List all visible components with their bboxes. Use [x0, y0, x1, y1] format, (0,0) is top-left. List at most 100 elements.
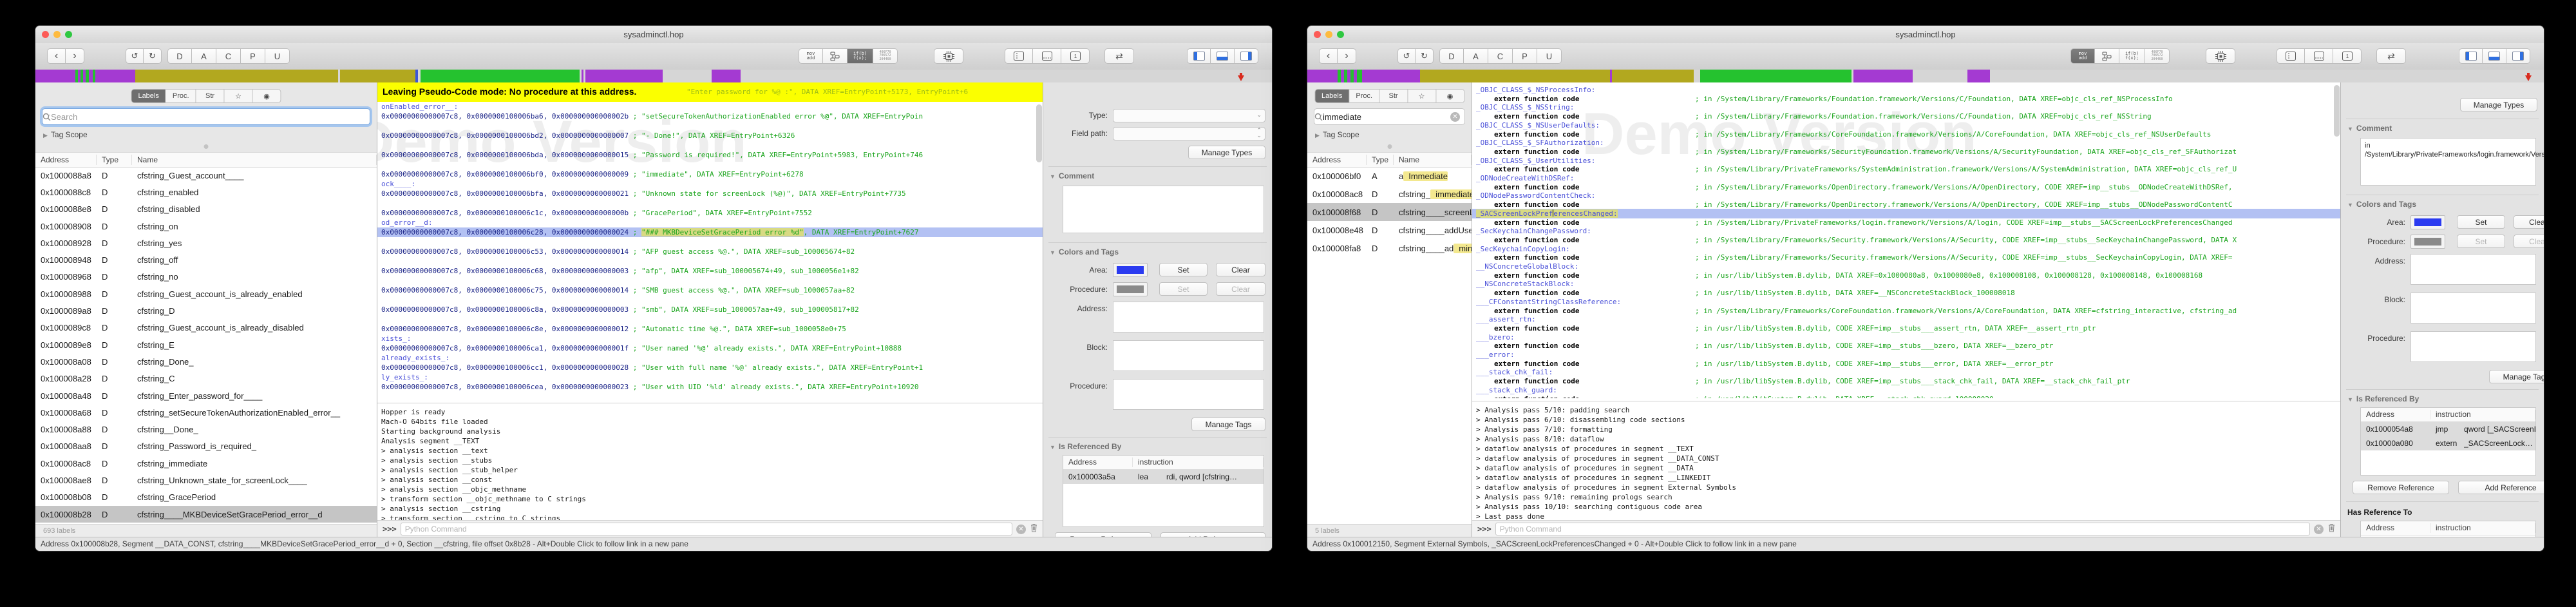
labels-table-header[interactable]: AddressTypeName: [35, 152, 377, 168]
code-line[interactable]: 0x00000000000007c8, 0x0000000100006bfa, …: [377, 189, 1043, 198]
pseudocode-view-segment[interactable]: if(b)f(x);: [848, 48, 873, 64]
transform-button-a[interactable]: A: [1464, 48, 1488, 64]
clear-console-icon[interactable]: ✕: [1016, 525, 1026, 534]
sidebar-splitter-handle[interactable]: [204, 144, 209, 149]
column-header-name[interactable]: Name: [132, 155, 377, 165]
code-line[interactable]: 0x00000000000007c8, 0x0000000100006c75, …: [377, 285, 1043, 295]
tab-labels[interactable]: Labels: [131, 89, 166, 103]
clear-search-icon[interactable]: ✕: [1450, 112, 1460, 122]
redo-icon[interactable]: ↻: [144, 48, 162, 64]
extern-code-line[interactable]: extern function code; in /usr/lib/libSys…: [1472, 394, 2341, 399]
area-set-button[interactable]: Set: [1159, 263, 1208, 276]
label-row[interactable]: 0x100008948Dcfstring_off: [35, 252, 377, 269]
toggle-bottom-panel[interactable]: [1211, 48, 1235, 64]
procedure-color-well[interactable]: [1113, 282, 1148, 296]
block-tags-field[interactable]: [1113, 340, 1264, 371]
cpu-icon[interactable]: [2206, 48, 2235, 64]
area-color-well[interactable]: [2410, 215, 2445, 229]
trash-icon[interactable]: [2327, 523, 2336, 535]
label-row[interactable]: 0x100008968Dcfstring_no: [35, 269, 377, 285]
label-row[interactable]: 0x100008ac8Dcfstring_immediate: [1307, 185, 1472, 203]
transform-button-p[interactable]: P: [1513, 48, 1537, 64]
titlebar[interactable]: sysadminctl.hop: [1307, 26, 2544, 44]
column-header-name[interactable]: Name: [1394, 155, 1472, 165]
code-line[interactable]: 0x00000000000007c8, 0x0000000100006ba6, …: [377, 111, 1043, 121]
column-header-type[interactable]: Type: [97, 155, 132, 165]
toggle-right-panel[interactable]: [2506, 48, 2530, 64]
sidebar-search-input[interactable]: Search: [42, 108, 370, 125]
code-line[interactable]: [377, 276, 1043, 285]
tag-scope-disclosure[interactable]: ▶Tag Scope: [1315, 130, 1359, 139]
manage-tags-button[interactable]: Manage Tags: [1191, 418, 1265, 431]
log-console[interactable]: > Analysis pass 5/10: padding search> An…: [1472, 401, 2341, 521]
reference-row[interactable]: 0x10000a080extern_SACScreenLock…: [2361, 436, 2535, 450]
label-row[interactable]: 0x100008fa8Dcfstring____adminPa: [1307, 239, 1472, 257]
tab-labels[interactable]: Labels: [1314, 89, 1349, 103]
code-line[interactable]: [377, 198, 1043, 208]
label-row[interactable]: 0x100006bf0AaImmediate: [1307, 167, 1472, 185]
procedure-tags-field[interactable]: [1113, 379, 1264, 410]
colors-tags-section-header[interactable]: ▼Colors and Tags: [1050, 247, 1119, 256]
python-command-input[interactable]: Python Command: [401, 523, 1012, 535]
single-pane-icon[interactable]: 1: [1061, 48, 1090, 64]
toggle-bottom-panel[interactable]: [2483, 48, 2506, 64]
code-line[interactable]: 0x00000000000007c8, 0x0000000100006c8e, …: [377, 324, 1043, 334]
code-line[interactable]: [377, 314, 1043, 324]
comment-section-header[interactable]: ▼Comment: [1050, 171, 1094, 180]
comment-section-header[interactable]: ▼Comment: [2347, 124, 2392, 133]
label-row[interactable]: 0x100008ae8Dcfstring_Unknown_state_for_s…: [35, 472, 377, 488]
transform-button-u[interactable]: U: [1537, 48, 1562, 64]
single-pane-icon[interactable]: 1: [2333, 48, 2362, 64]
label-row[interactable]: 0x100008b08Dcfstring_GracePeriod: [35, 489, 377, 506]
split-bottom-icon[interactable]: [1033, 48, 1061, 64]
code-label-line[interactable]: already_exists_:: [377, 353, 1043, 363]
tagged-icon[interactable]: ◉: [1436, 89, 1464, 103]
cfg-view-segment[interactable]: [2095, 48, 2119, 64]
type-dropdown[interactable]: ⌄: [1113, 109, 1265, 122]
procedure-clear-button[interactable]: Clear: [2514, 235, 2544, 248]
cfg-view-segment[interactable]: [823, 48, 848, 64]
area-color-well[interactable]: [1113, 263, 1148, 277]
code-line[interactable]: [377, 160, 1043, 169]
manage-types-button[interactable]: Manage Types: [2460, 98, 2537, 111]
label-row[interactable]: 0x100008a48Dcfstring_Enter_password_for_…: [35, 387, 377, 404]
label-row[interactable]: 0x100008ac8Dcfstring_immediate: [35, 455, 377, 472]
label-row[interactable]: 0x100008e48Dcfstring____addUser: [1307, 221, 1472, 239]
code-line[interactable]: 0x00000000000007c8, 0x0000000100006ca1, …: [377, 343, 1043, 353]
forward-button[interactable]: ›: [1338, 48, 1356, 64]
label-row[interactable]: 0x100008988Dcfstring_Guest_account_is_al…: [35, 285, 377, 302]
comment-textarea[interactable]: [1063, 186, 1264, 233]
tagged-icon[interactable]: ◉: [253, 89, 281, 103]
area-clear-button[interactable]: Clear: [2514, 215, 2544, 229]
code-label-line[interactable]: xists_:: [377, 334, 1043, 343]
split-left-icon[interactable]: [2277, 48, 2305, 64]
column-header-type[interactable]: Type: [1367, 155, 1394, 165]
bookmark-star-icon[interactable]: ☆: [1408, 89, 1436, 103]
code-line[interactable]: [377, 121, 1043, 131]
address-tags-field[interactable]: [1113, 302, 1264, 332]
back-button[interactable]: ‹: [1319, 48, 1338, 64]
area-set-button[interactable]: Set: [2457, 215, 2505, 229]
toggle-left-panel[interactable]: [1187, 48, 1211, 64]
label-row[interactable]: 0x100008f68Dcfstring____screenLo: [1307, 203, 1472, 221]
label-row[interactable]: 0x1000088c8Dcfstring_enabled: [35, 184, 377, 200]
assembly-listing[interactable]: onEnabled_error__:0x00000000000007c8, 0x…: [377, 102, 1043, 400]
label-row[interactable]: 0x100008a28Dcfstring_C: [35, 371, 377, 387]
bookmark-star-icon[interactable]: ☆: [225, 89, 253, 103]
code-line[interactable]: [377, 295, 1043, 305]
label-row[interactable]: 0x100008908Dcfstring_on: [35, 218, 377, 235]
toggle-right-panel[interactable]: [1235, 48, 1258, 64]
transform-button-d[interactable]: D: [1439, 48, 1464, 64]
column-header-address[interactable]: Address: [1307, 155, 1367, 165]
field-path-stepper[interactable]: ⌃⌄: [1113, 127, 1265, 140]
tab-strings[interactable]: Str: [1379, 89, 1408, 103]
cpu-icon[interactable]: [934, 48, 963, 64]
code-label-line[interactable]: ly_exists_:: [377, 372, 1043, 382]
label-row[interactable]: 0x1000089e8Dcfstring_E: [35, 336, 377, 353]
code-line[interactable]: 0x00000000000007c8, 0x0000000100006c28, …: [377, 227, 1043, 237]
assembly-view-segment[interactable]: movadd: [2070, 48, 2095, 64]
navigation-minimap[interactable]: [35, 70, 1272, 82]
code-label-line[interactable]: onEnabled_error__:: [377, 102, 1043, 111]
label-row[interactable]: 0x1000088a8Dcfstring_Guest_account____: [35, 167, 377, 184]
colors-tags-section-header[interactable]: ▼Colors and Tags: [2347, 200, 2416, 209]
